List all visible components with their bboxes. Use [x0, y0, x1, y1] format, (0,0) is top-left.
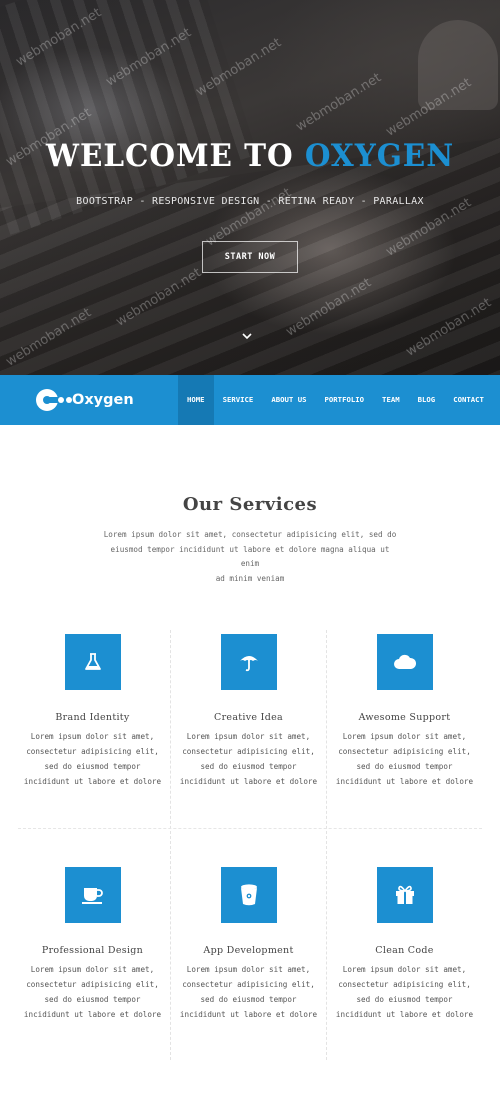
service-card-brand-identity: Brand Identity Lorem ipsum dolor sit ame… — [15, 634, 170, 789]
service-card-creative-idea: Creative Idea Lorem ipsum dolor sit amet… — [171, 634, 326, 789]
service-text-line: sed do eiusmod tempor — [44, 762, 141, 771]
service-text-line: consectetur adipisicing elit, — [26, 980, 159, 989]
service-title: Brand Identity — [55, 712, 130, 723]
cloud-icon — [376, 634, 433, 690]
nav-menu: HOME SERVICE ABOUT US PORTFOLIO TEAM BLO… — [178, 375, 493, 425]
service-text-line: incididunt ut labore et dolore — [23, 777, 162, 786]
service-title: Awesome Support — [358, 712, 451, 723]
flask-icon — [64, 634, 121, 690]
scroll-down-chevron-icon[interactable] — [240, 328, 254, 342]
nav-item-about-us[interactable]: ABOUT US — [262, 375, 315, 425]
services-description-line: ad minim veniam — [215, 574, 285, 584]
service-text-line: sed do eiusmod tempor — [356, 995, 453, 1004]
logo[interactable]: Oxygen — [34, 387, 134, 413]
service-text: Lorem ipsum dolor sit amet, consectetur … — [15, 729, 170, 789]
service-text-line: sed do eiusmod tempor — [44, 995, 141, 1004]
logo-mark-icon — [34, 387, 74, 413]
nav-item-service[interactable]: SERVICE — [214, 375, 263, 425]
service-text: Lorem ipsum dolor sit amet, consectetur … — [171, 962, 326, 1022]
service-text-line: sed do eiusmod tempor — [200, 762, 297, 771]
nav-item-team[interactable]: TEAM — [373, 375, 409, 425]
nav-item-contact[interactable]: CONTACT — [444, 375, 493, 425]
service-card-app-development: App Development Lorem ipsum dolor sit am… — [171, 867, 326, 1022]
service-text-line: incididunt ut labore et dolore — [179, 1010, 318, 1019]
service-text-line: Lorem ipsum dolor sit amet, — [30, 965, 155, 974]
service-text-line: consectetur adipisicing elit, — [182, 980, 315, 989]
nav-item-home[interactable]: HOME — [178, 375, 214, 425]
service-text-line: consectetur adipisicing elit, — [338, 747, 471, 756]
service-card-clean-code: Clean Code Lorem ipsum dolor sit amet, c… — [327, 867, 482, 1022]
service-text-line: incididunt ut labore et dolore — [335, 1010, 474, 1019]
service-text-line: Lorem ipsum dolor sit amet, — [342, 965, 467, 974]
service-card-awesome-support: Awesome Support Lorem ipsum dolor sit am… — [327, 634, 482, 789]
service-text-line: consectetur adipisicing elit, — [182, 747, 315, 756]
services-description-line: Lorem ipsum dolor sit amet, consectetur … — [103, 530, 397, 539]
hero-background-cup — [418, 20, 498, 110]
service-title: Professional Design — [41, 945, 144, 956]
services-title: Our Services — [182, 494, 318, 515]
grid-divider — [18, 828, 482, 829]
service-text-line: Lorem ipsum dolor sit amet, — [342, 732, 467, 741]
hero-section: webmoban.net webmoban.net webmoban.net w… — [0, 0, 500, 375]
service-text: Lorem ipsum dolor sit amet, consectetur … — [15, 962, 170, 1022]
service-title: App Development — [203, 945, 294, 956]
umbrella-icon — [220, 634, 277, 690]
service-text-line: consectetur adipisicing elit, — [26, 747, 159, 756]
service-text: Lorem ipsum dolor sit amet, consectetur … — [171, 729, 326, 789]
service-text-line: sed do eiusmod tempor — [356, 762, 453, 771]
coffee-cup-icon — [64, 867, 121, 923]
service-text-line: incididunt ut labore et dolore — [179, 777, 318, 786]
nav-item-blog[interactable]: BLOG — [409, 375, 445, 425]
service-card-professional-design: Professional Design Lorem ipsum dolor si… — [15, 867, 170, 1022]
service-text-line: Lorem ipsum dolor sit amet, — [186, 965, 311, 974]
service-title: Clean Code — [375, 945, 434, 956]
services-description-line: eiusmod tempor incididunt ut labore et d… — [110, 544, 390, 569]
service-text-line: Lorem ipsum dolor sit amet, — [30, 732, 155, 741]
watermark: webmoban.net — [293, 70, 385, 135]
service-text-line: consectetur adipisicing elit, — [338, 980, 471, 989]
gift-icon — [376, 867, 433, 923]
service-text-line: incididunt ut labore et dolore — [23, 1010, 162, 1019]
service-title: Creative Idea — [214, 712, 283, 723]
nav-item-portfolio[interactable]: PORTFOLIO — [316, 375, 374, 425]
service-text: Lorem ipsum dolor sit amet, consectetur … — [327, 962, 482, 1022]
bitbucket-icon — [220, 867, 277, 923]
hero-title-accent: OXYGEN — [304, 138, 455, 174]
service-text: Lorem ipsum dolor sit amet, consectetur … — [327, 729, 482, 789]
hero-title-main: WELCOME TO — [45, 138, 305, 174]
main-navbar: Oxygen HOME SERVICE ABOUT US PORTFOLIO T… — [0, 375, 500, 425]
start-now-button[interactable]: START NOW — [202, 241, 298, 273]
logo-text: Oxygen — [72, 392, 134, 408]
service-text-line: sed do eiusmod tempor — [200, 995, 297, 1004]
hero-subtitle: BOOTSTRAP - RESPONSIVE DESIGN - RETINA R… — [76, 196, 424, 207]
services-description: Lorem ipsum dolor sit amet, consectetur … — [100, 528, 400, 587]
service-text-line: Lorem ipsum dolor sit amet, — [186, 732, 311, 741]
service-text-line: incididunt ut labore et dolore — [335, 777, 474, 786]
hero-title: WELCOME TO OXYGEN — [13, 138, 488, 174]
